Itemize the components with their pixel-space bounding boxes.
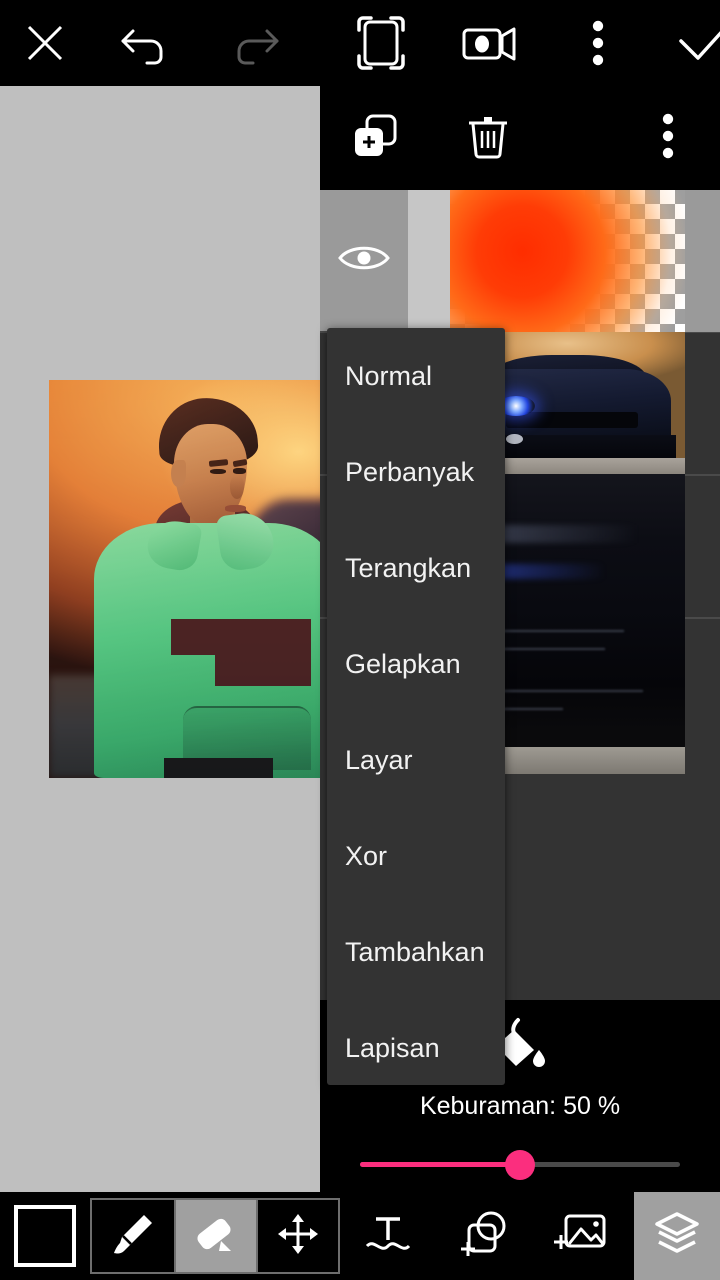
orange-gradient-content [450,190,685,332]
blend-mode-menu[interactable]: Normal Perbanyak Terangkan Gelapkan Laya… [327,328,505,1085]
eraser-tool-button[interactable] [174,1200,256,1272]
layer-row-tail [685,190,720,332]
brush-icon [110,1211,156,1262]
close-button[interactable] [0,0,90,86]
drawing-tool-group [90,1198,340,1274]
layers-icon [651,1208,703,1265]
layer-toolbar [320,86,720,190]
photo-editor-app: Keburaman: 50 % Normal Perbanyak Terangk… [0,0,720,1280]
slider-fill [360,1162,520,1167]
layer-visibility-toggle[interactable] [320,190,408,332]
crop-frame-icon [355,14,407,72]
blend-mode-item-terangkan[interactable]: Terangkan [327,520,505,616]
layer-more-button[interactable] [616,86,720,190]
slider-thumb[interactable] [505,1150,535,1180]
thumb-padding [408,190,450,332]
add-layer-button[interactable] [320,86,432,190]
blend-mode-item-gelapkan[interactable]: Gelapkan [327,616,505,712]
apply-button[interactable] [652,0,720,86]
add-layer-icon [351,112,401,165]
delete-layer-icon [465,112,511,165]
bottom-toolbar [0,1192,720,1280]
layer-row-tail [685,475,720,618]
add-shape-tool-button[interactable] [436,1192,532,1280]
opacity-label: Keburaman: 50 % [419,1092,621,1120]
redo-button[interactable] [200,0,310,86]
layer-thumbnail[interactable] [450,190,685,332]
blend-mode-item-lapisan[interactable]: Lapisan [327,1000,505,1096]
eraser-icon [191,1211,241,1262]
brush-tool-button[interactable] [92,1200,174,1272]
text-icon [361,1212,415,1261]
undo-icon [117,19,173,67]
add-shape-icon [457,1209,511,1264]
move-tool-button[interactable] [256,1200,338,1272]
layer-panel: Keburaman: 50 % Normal Perbanyak Terangk… [320,86,720,1192]
layer-row[interactable] [320,190,720,333]
blend-mode-item-tambahkan[interactable]: Tambahkan [327,904,505,1000]
add-image-tool-button[interactable] [532,1192,628,1280]
add-image-icon [552,1210,608,1263]
check-icon [676,21,720,65]
blend-mode-item-normal[interactable]: Normal [327,328,505,424]
move-arrows-icon [275,1211,321,1262]
blend-mode-item-perbanyak[interactable]: Perbanyak [327,424,505,520]
layers-panel-button[interactable] [634,1192,720,1280]
redo-icon [227,19,283,67]
color-swatch[interactable] [14,1205,76,1267]
text-tool-button[interactable] [340,1192,436,1280]
top-more-button[interactable] [544,0,652,86]
close-icon [24,22,66,64]
layer-row-tail [685,332,720,475]
video-camera-icon [460,22,518,64]
delete-layer-button[interactable] [432,86,544,190]
opacity-slider[interactable] [360,1140,680,1190]
undo-button[interactable] [90,0,200,86]
blend-mode-item-xor[interactable]: Xor [327,808,505,904]
eye-icon [337,242,391,279]
layer-more-icon [661,112,675,165]
top-toolbar [0,0,720,86]
crop-frame-button[interactable] [328,0,434,86]
blend-mode-item-layar[interactable]: Layar [327,712,505,808]
more-vertical-icon [591,19,605,67]
video-camera-button[interactable] [434,0,544,86]
